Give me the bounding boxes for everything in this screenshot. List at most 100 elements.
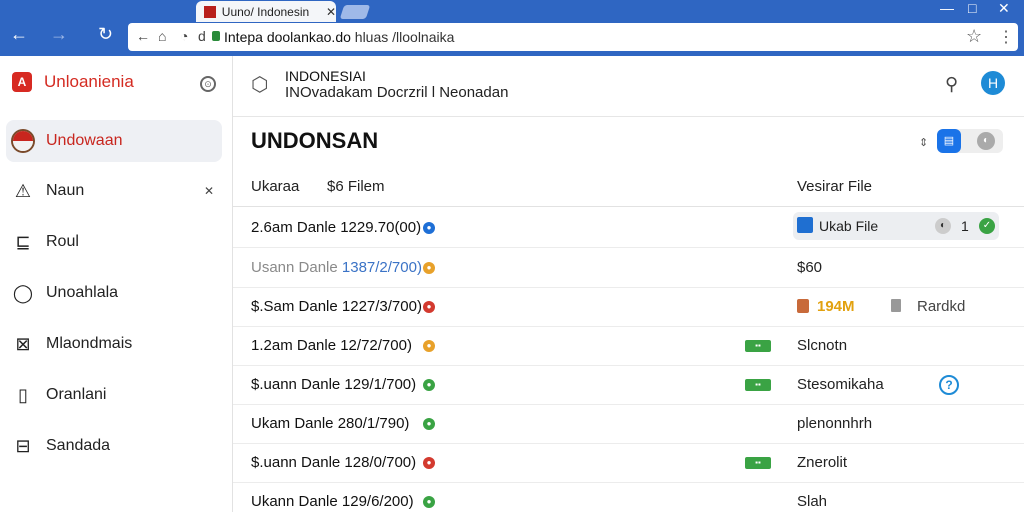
- column-header-name[interactable]: Ukaraa: [251, 178, 299, 195]
- sidebar-item-undowaan[interactable]: Undowaan: [6, 120, 222, 162]
- table-row[interactable]: 1.2am Danle 12/72/700) ● ▪▪ Slcnotn: [233, 326, 1024, 366]
- sidebar-item-unoahlala[interactable]: ◯ Unoahlala: [6, 272, 222, 314]
- column-header-size[interactable]: $6 Filem: [327, 178, 385, 195]
- row-file: Znerolit: [797, 454, 848, 471]
- back-button[interactable]: ←: [10, 24, 28, 45]
- column-header-file[interactable]: Vesirar File: [797, 178, 872, 195]
- close-window-icon[interactable]: ✕: [998, 0, 1010, 17]
- status-dot-icon: ●: [423, 262, 435, 274]
- address-bar[interactable]: ← ⌂ ◔ d Intepa doolankao.do hluas /llool…: [128, 23, 1018, 51]
- table-row[interactable]: Ukam Danle 280/1/790) ● plenonnhrh: [233, 404, 1024, 444]
- row-file: Stesomikaha: [797, 376, 884, 393]
- status-dot-icon: ●: [423, 457, 435, 469]
- row-file: Slah: [797, 493, 828, 510]
- reload-button[interactable]: ↻: [98, 24, 113, 45]
- home-icon[interactable]: ⌂: [158, 28, 166, 44]
- forward-button[interactable]: →: [50, 24, 68, 45]
- minimize-icon[interactable]: —: [940, 0, 954, 16]
- sidebar-item-sandada[interactable]: ⊟ Sandada: [6, 425, 222, 467]
- sidebar-item-label: Naun: [46, 182, 85, 199]
- row-name: $.uann Danle 128/0/700): [251, 454, 417, 471]
- sidebar-item-label: Mlaondmais: [46, 335, 133, 352]
- browser-menu-icon[interactable]: ⋮: [998, 27, 1014, 47]
- view-toggle[interactable]: ▤ ◐: [937, 129, 1003, 153]
- row-name: $.uann Danle 129/1/700): [251, 376, 417, 393]
- status-dot-icon: ●: [423, 496, 435, 508]
- status-dot-icon: ●: [423, 418, 435, 430]
- collapse-icon[interactable]: ✕: [204, 184, 214, 198]
- logo-icon: A: [12, 72, 32, 92]
- url-text[interactable]: Intepa doolankao.do hluas /lloolnaika: [224, 29, 454, 45]
- table-row[interactable]: Usann Danle 1387/2/700) ● $60: [233, 248, 1024, 288]
- file-icon: [797, 217, 813, 233]
- sidebar-item-roul[interactable]: ⊑ Roul: [6, 221, 222, 263]
- status-dot-icon: ●: [423, 379, 435, 391]
- help-icon[interactable]: ?: [939, 375, 959, 395]
- status-dot-icon: ●: [423, 222, 435, 234]
- sidebar-item-label: Oranlani: [46, 386, 107, 403]
- sort-icon[interactable]: ⇕: [919, 136, 928, 149]
- grid-view-icon[interactable]: ◐: [977, 132, 995, 150]
- file-status: Rardkd: [917, 298, 966, 315]
- grid-icon: ⊠: [15, 333, 31, 354]
- lock-icon: [212, 31, 220, 41]
- file-chip[interactable]: Ukab File ◐ 1 ✓: [793, 212, 999, 240]
- shield-icon: d: [198, 28, 206, 44]
- table-row[interactable]: $.uann Danle 129/1/700) ● ▪▪ Stesomikaha…: [233, 365, 1024, 405]
- new-tab-button[interactable]: [339, 5, 371, 19]
- tab-favicon-icon: [204, 5, 216, 18]
- back-arrow-icon[interactable]: ←: [136, 28, 150, 44]
- warning-icon: ⚠: [14, 180, 32, 201]
- check-icon: ✓: [979, 218, 995, 234]
- bookmark-star-icon[interactable]: ☆: [966, 26, 982, 47]
- row-file: $60: [797, 259, 823, 276]
- row-name: Usann Danle 1387/2/700): [251, 259, 422, 276]
- sidebar-item-label: Unoahlala: [46, 284, 119, 301]
- security-icon: ◔: [180, 28, 189, 44]
- row-name: $.Sam Danle 1227/3/700): [251, 298, 422, 315]
- header-subtitle: INOvadakam Docrzril l Neonadan: [285, 84, 509, 101]
- file-icon: [891, 299, 901, 312]
- cube-icon: ⬡: [251, 74, 269, 96]
- table-row[interactable]: 2.6am Danle 1229.70(00) ● Ukab File ◐ 1 …: [233, 208, 1024, 248]
- table-row[interactable]: $.uann Danle 128/0/700) ● ▪▪ Znerolit: [233, 443, 1024, 483]
- page-title: UNDONSAN: [251, 128, 379, 153]
- status-badge: ▪▪: [745, 457, 771, 469]
- avatar[interactable]: H: [981, 71, 1005, 95]
- brand-name: Unloanienia: [44, 72, 134, 91]
- main-content: ⬡ INDONESIAI INOvadakam Docrzril l Neona…: [233, 56, 1024, 512]
- sync-icon[interactable]: ◐: [935, 218, 951, 234]
- list-view-icon[interactable]: ▤: [937, 129, 961, 153]
- sidebar-item-label: Roul: [46, 233, 79, 250]
- status-badge: ▪▪: [745, 379, 771, 391]
- row-name: 2.6am Danle 1229.70(00): [251, 219, 422, 236]
- sidebar-item-oranlani[interactable]: ▯ Oranlani: [6, 374, 222, 416]
- browser-titlebar: Uuno/ Indonesin ✕ — □ ✕: [0, 0, 1024, 22]
- row-name: Ukam Danle 280/1/790): [251, 415, 410, 432]
- status-badge: ▪▪: [745, 340, 771, 352]
- sidebar-item-label: Sandada: [46, 437, 111, 454]
- header-title: INDONESIAI: [285, 68, 366, 84]
- row-name: 1.2am Danle 12/72/700): [251, 337, 412, 354]
- table-icon: ⊟: [15, 435, 31, 456]
- sidebar-item-naun[interactable]: ⚠ Naun ✕: [6, 170, 222, 212]
- table-row[interactable]: $.Sam Danle 1227/3/700) ● 194M Rardkd: [233, 287, 1024, 327]
- browser-tab[interactable]: Uuno/ Indonesin ✕: [196, 1, 336, 22]
- file-chip-label: Ukab File: [819, 218, 879, 234]
- file-count: 1: [961, 218, 969, 234]
- sidebar-item-mlaondmais[interactable]: ⊠ Mlaondmais: [6, 323, 222, 365]
- pin-icon[interactable]: ⚲: [945, 74, 958, 95]
- maximize-icon[interactable]: □: [968, 0, 976, 16]
- archive-icon: [797, 299, 809, 313]
- row-file: plenonnhrh: [797, 415, 873, 432]
- sidebar-item-label: Undowaan: [46, 132, 123, 149]
- settings-icon[interactable]: ⊙: [200, 76, 216, 92]
- flag-icon: [12, 130, 34, 152]
- tab-close-icon[interactable]: ✕: [326, 5, 336, 19]
- content-header: ⬡ INDONESIAI INOvadakam Docrzril l Neona…: [233, 56, 1024, 117]
- row-name: Ukann Danle 129/6/200): [251, 493, 414, 510]
- row-file: Slcnotn: [797, 337, 848, 354]
- table-row[interactable]: Ukann Danle 129/6/200) ● Slah: [233, 482, 1024, 521]
- brand[interactable]: A Unloanienia: [12, 72, 134, 92]
- chart-icon: ⊑: [15, 231, 31, 252]
